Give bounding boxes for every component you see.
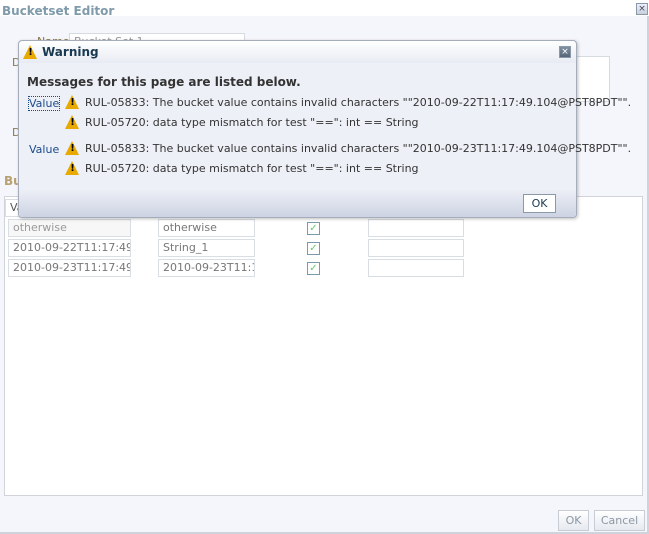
message: RUL-05720: data type mismatch for test "… [65, 161, 419, 175]
window-close-button[interactable]: × [636, 3, 648, 15]
value-link[interactable]: Value [29, 143, 59, 156]
dialog-header: Warning [19, 41, 576, 63]
value-cell[interactable]: 2010-09-23T11:17:49.1 [8, 259, 131, 277]
buckets-table: Va otherwise otherwise ✓ 2010-09-22T11:1… [4, 196, 643, 496]
value-cell[interactable]: 2010-09-22T11:17:49.1 [8, 239, 131, 257]
checkbox[interactable]: ✓ [307, 262, 320, 275]
value-link[interactable]: Value [27, 96, 61, 111]
warning-icon [65, 95, 80, 109]
alias-cell[interactable]: 2010-09-23T11:17 [158, 259, 255, 277]
extra-cell[interactable] [368, 259, 464, 277]
message: RUL-05833: The bucket value contains inv… [65, 141, 631, 155]
warning-icon [65, 161, 80, 175]
warning-dialog: Warning × Messages for this page are lis… [18, 40, 631, 218]
message: RUL-05720: data type mismatch for test "… [65, 115, 419, 129]
warning-icon [23, 45, 38, 59]
alias-cell[interactable]: otherwise [158, 219, 255, 237]
dialog-heading: Messages for this page are listed below. [27, 75, 301, 89]
checkbox[interactable]: ✓ [307, 242, 320, 255]
warning-icon [65, 141, 80, 155]
message: RUL-05833: The bucket value contains inv… [65, 95, 631, 109]
extra-cell[interactable] [368, 219, 464, 237]
dialog-ok-button[interactable]: OK [523, 194, 556, 213]
dialog-title: Warning [42, 45, 99, 59]
checkbox[interactable]: ✓ [307, 222, 320, 235]
alias-cell[interactable]: String_1 [158, 239, 255, 257]
value-cell[interactable]: otherwise [8, 219, 131, 237]
dialog-footer: OK [19, 189, 576, 217]
extra-cell[interactable] [368, 239, 464, 257]
ok-button[interactable]: OK [558, 510, 589, 531]
warning-icon [65, 115, 80, 129]
cancel-button[interactable]: Cancel [594, 510, 645, 531]
dialog-close-button[interactable]: × [559, 46, 571, 58]
